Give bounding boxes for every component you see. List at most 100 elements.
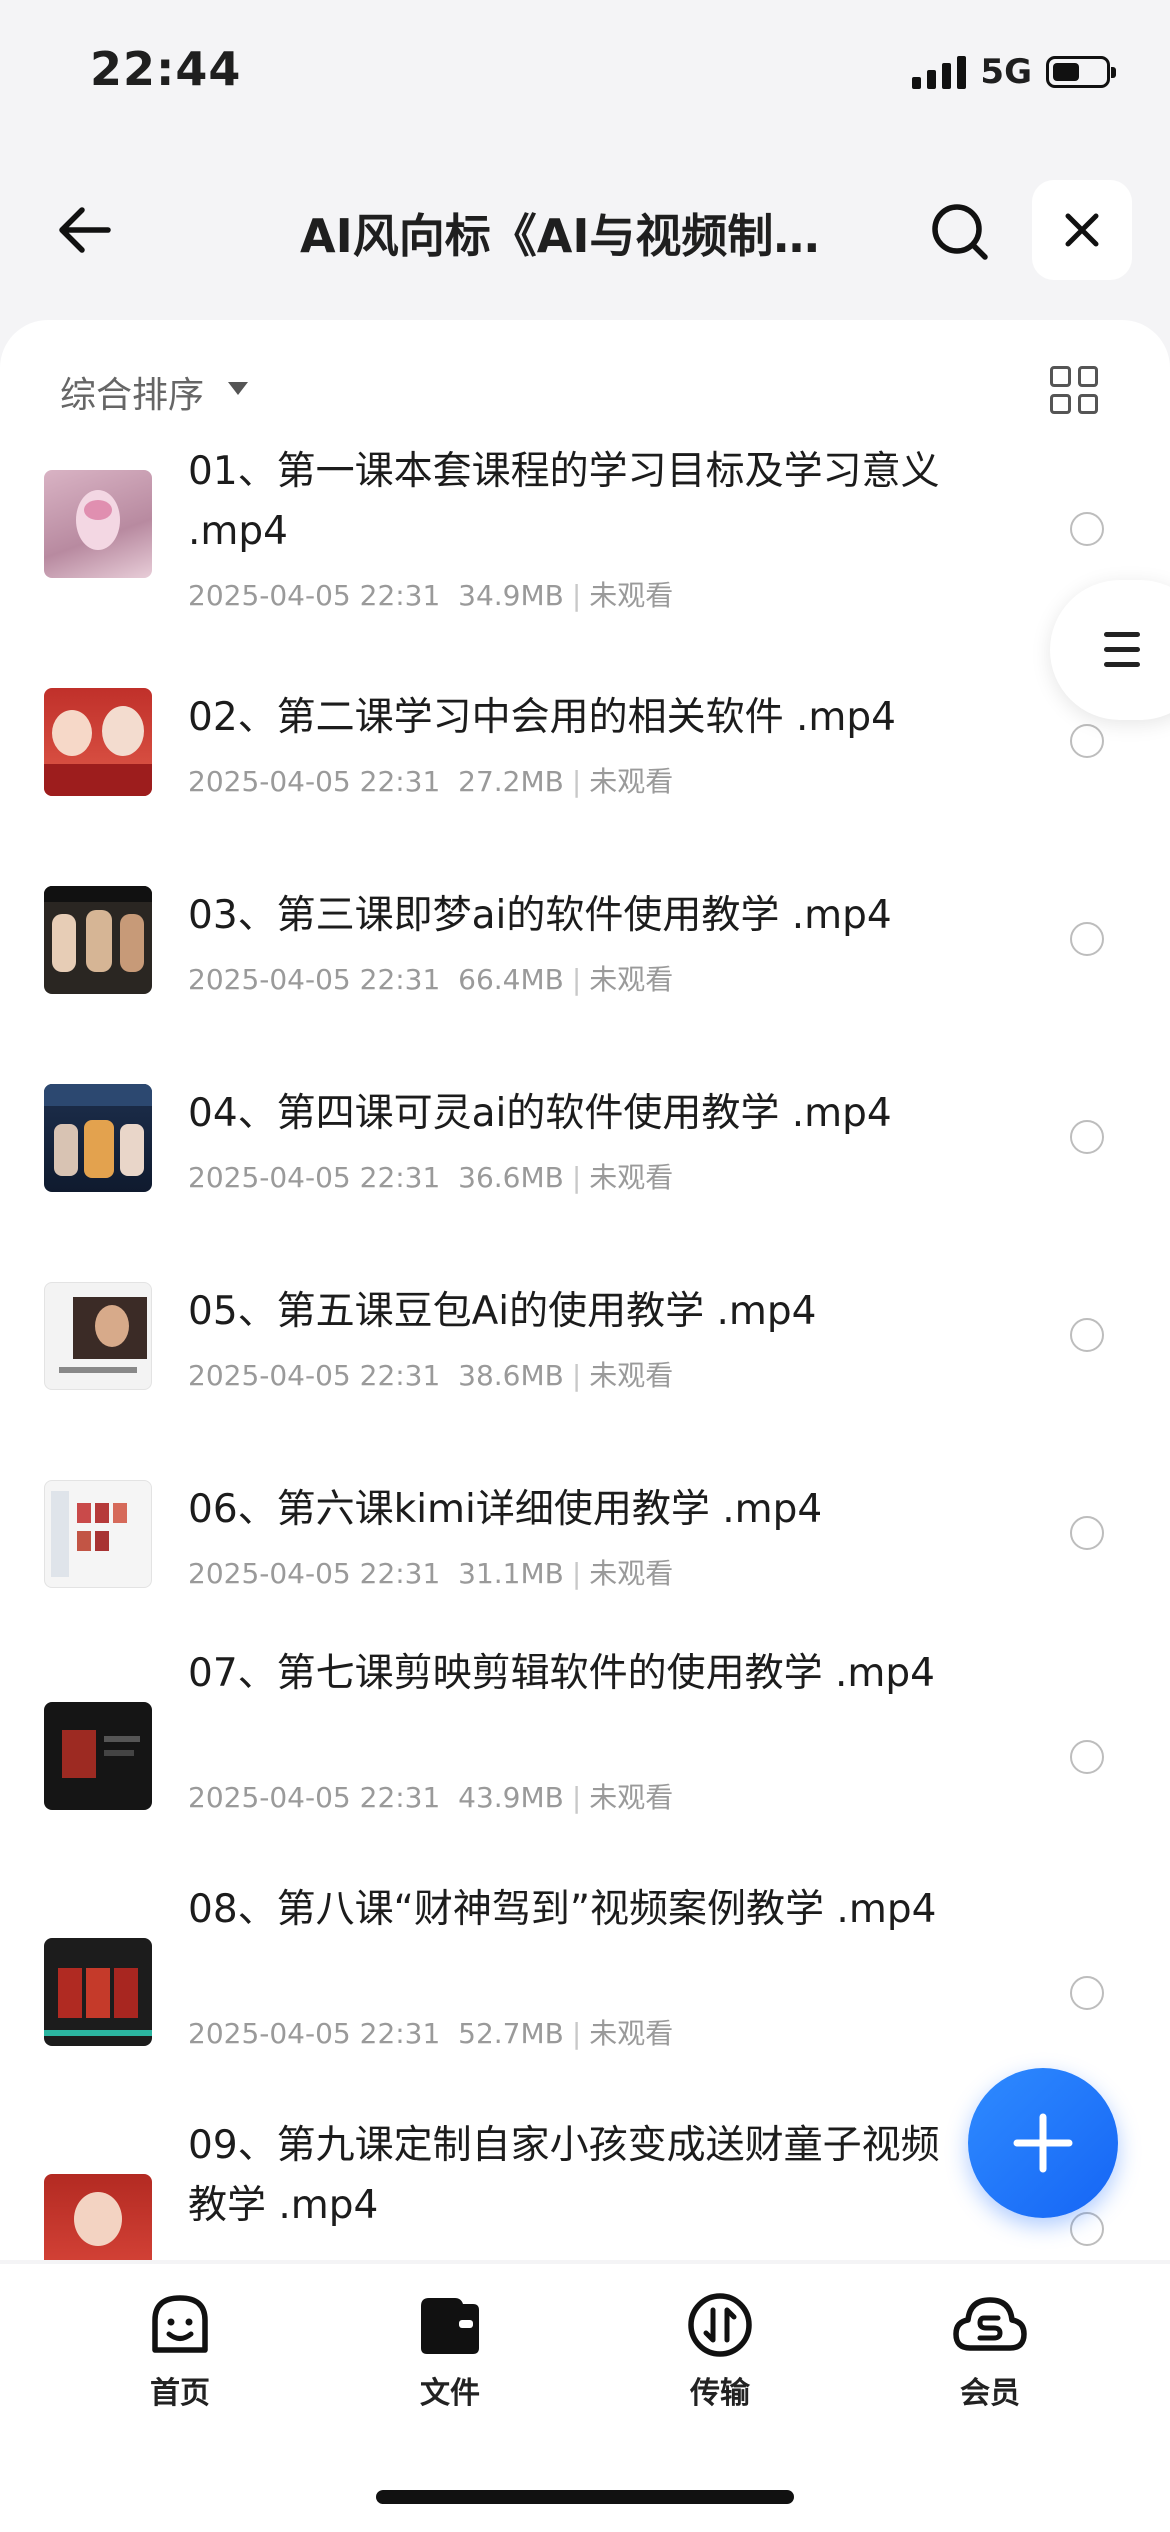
list-item[interactable]: 01、第一课本套课程的学习目标及学习意义 .mp4 2025-04-05 22:…: [0, 449, 1170, 648]
file-name: 02、第二课学习中会用的相关软件 .mp4: [188, 695, 896, 740]
top-bar: AI风向标《AI与视频制作》: [0, 170, 1170, 290]
tab-label: 会员: [960, 2376, 1020, 2411]
file-size: 34.9MB: [458, 579, 564, 612]
file-name: 03、第三课即梦ai的软件使用教学 .mp4: [188, 893, 892, 938]
status-bar: 22:44 5G: [0, 0, 1170, 150]
list-item[interactable]: 08、第八课“财神驾到”视频案例教学 .mp4 2025-04-05 22:31…: [0, 1874, 1170, 2110]
smiley-home-icon: [152, 2295, 208, 2353]
file-size: 66.4MB: [458, 963, 564, 996]
tab-home[interactable]: 首页: [110, 2290, 250, 2412]
select-radio[interactable]: [1070, 512, 1104, 546]
file-date: 2025-04-05 22:31: [188, 1161, 441, 1194]
file-meta: 2025-04-05 22:31 27.2MB | 未观看: [188, 765, 674, 798]
list-item[interactable]: 03、第三课即梦ai的软件使用教学 .mp4 2025-04-05 22:31 …: [0, 846, 1170, 1044]
battery-level: [1053, 63, 1079, 81]
status-time: 22:44: [90, 42, 242, 96]
file-size: 43.9MB: [458, 1781, 564, 1814]
file-size: 38.6MB: [458, 1359, 564, 1392]
battery-icon: [1046, 56, 1116, 88]
file-size: 52.7MB: [458, 2017, 564, 2050]
file-date: 2025-04-05 22:31: [188, 1781, 441, 1814]
select-radio[interactable]: [1070, 1516, 1104, 1550]
select-radio[interactable]: [1070, 1976, 1104, 2010]
video-thumbnail: [44, 886, 152, 994]
file-meta: 2025-04-05 22:31 43.9MB | 未观看: [188, 1781, 674, 1814]
cloud-member-icon: [953, 2297, 1027, 2351]
arrow-left-icon: [59, 207, 111, 253]
tab-files[interactable]: 文件: [380, 2290, 520, 2412]
select-radio[interactable]: [1070, 1740, 1104, 1774]
tab-member[interactable]: 会员: [920, 2290, 1060, 2412]
list-item[interactable]: 05、第五课豆包Ai的使用教学 .mp4 2025-04-05 22:31 38…: [0, 1242, 1170, 1440]
sort-dropdown[interactable]: 综合排序: [60, 366, 204, 418]
file-size: 27.2MB: [458, 765, 564, 798]
close-button[interactable]: [1032, 180, 1132, 280]
add-button[interactable]: [968, 2068, 1118, 2218]
file-meta: 2025-04-05 22:31 31.1MB | 未观看: [188, 1557, 674, 1590]
video-thumbnail: [44, 1480, 152, 1588]
video-thumbnail: [44, 1702, 152, 1810]
folder-icon: [421, 2298, 479, 2354]
list-item[interactable]: 07、第七课剪映剪辑软件的使用教学 .mp4 2025-04-05 22:31 …: [0, 1638, 1170, 1874]
watch-status: 未观看: [589, 765, 674, 798]
watch-status: 未观看: [589, 1781, 674, 1814]
network-label: 5G: [980, 52, 1032, 92]
file-name: 01、第一课本套课程的学习目标及学习意义 .mp4: [188, 449, 940, 554]
caret-down-icon[interactable]: [228, 382, 248, 395]
video-thumbnail: [44, 1282, 152, 1390]
file-name: 07、第七课剪映剪辑软件的使用教学 .mp4: [188, 1651, 935, 1696]
file-date: 2025-04-05 22:31: [188, 963, 441, 996]
watch-status: 未观看: [589, 963, 674, 996]
file-date: 2025-04-05 22:31: [188, 2017, 441, 2050]
select-radio[interactable]: [1070, 1120, 1104, 1154]
tab-label: 首页: [150, 2376, 210, 2411]
file-meta: 2025-04-05 22:31 38.6MB | 未观看: [188, 1359, 674, 1392]
file-meta: 2025-04-05 22:31 66.4MB | 未观看: [188, 963, 674, 996]
page-title: AI风向标《AI与视频制作》: [300, 209, 860, 263]
watch-status: 未观看: [589, 1359, 674, 1392]
list-item[interactable]: 04、第四课可灵ai的软件使用教学 .mp4 2025-04-05 22:31 …: [0, 1044, 1170, 1242]
status-right: 5G: [912, 52, 1116, 92]
list-item[interactable]: 02、第二课学习中会用的相关软件 .mp4 2025-04-05 22:31 2…: [0, 648, 1170, 846]
file-list: 01、第一课本套课程的学习目标及学习意义 .mp4 2025-04-05 22:…: [0, 449, 1170, 2260]
select-radio[interactable]: [1070, 2212, 1104, 2246]
select-radio[interactable]: [1070, 1318, 1104, 1352]
file-meta: 2025-04-05 22:31 52.7MB | 未观看: [188, 2017, 674, 2050]
file-name: 08、第八课“财神驾到”视频案例教学 .mp4: [188, 1887, 937, 1932]
home-indicator: [376, 2490, 794, 2504]
video-thumbnail: [44, 1084, 152, 1192]
tab-label: 传输: [690, 2376, 750, 2411]
search-icon: [932, 204, 988, 260]
select-radio[interactable]: [1070, 922, 1104, 956]
video-thumbnail: [44, 688, 152, 796]
file-name: 05、第五课豆包Ai的使用教学 .mp4: [188, 1289, 817, 1334]
watch-status: 未观看: [589, 1557, 674, 1590]
video-thumbnail: [44, 1938, 152, 2046]
file-date: 2025-04-05 22:31: [188, 1359, 441, 1392]
file-date: 2025-04-05 22:31: [188, 1557, 441, 1590]
tab-transfer[interactable]: 传输: [650, 2290, 790, 2412]
file-name: 06、第六课kimi详细使用教学 .mp4: [188, 1487, 823, 1532]
file-size: 31.1MB: [458, 1557, 564, 1590]
watch-status: 未观看: [589, 1161, 674, 1194]
select-radio[interactable]: [1070, 724, 1104, 758]
list-item[interactable]: 06、第六课kimi详细使用教学 .mp4 2025-04-05 22:31 3…: [0, 1440, 1170, 1638]
transfer-icon: [688, 2293, 752, 2357]
file-meta: 2025-04-05 22:31 36.6MB | 未观看: [188, 1161, 674, 1194]
back-button[interactable]: [44, 190, 124, 270]
file-name: 04、第四课可灵ai的软件使用教学 .mp4: [188, 1091, 892, 1136]
watch-status: 未观看: [589, 579, 674, 612]
search-button[interactable]: [920, 192, 1000, 272]
file-date: 2025-04-05 22:31: [188, 579, 441, 612]
watch-status: 未观看: [589, 2017, 674, 2050]
tab-label: 文件: [420, 2376, 480, 2411]
file-list-sheet: 综合排序 01、第一课本套课程的学习目标及学习意义 .mp4 2025-04-0…: [0, 320, 1170, 2260]
file-date: 2025-04-05 22:31: [188, 765, 441, 798]
file-size: 36.6MB: [458, 1161, 564, 1194]
close-icon: [1065, 213, 1099, 247]
sort-bar: 综合排序: [0, 320, 1170, 450]
plus-icon: [1013, 2113, 1073, 2173]
grid-view-icon[interactable]: [1050, 366, 1098, 414]
video-thumbnail: [44, 2174, 152, 2260]
video-thumbnail: [44, 470, 152, 578]
